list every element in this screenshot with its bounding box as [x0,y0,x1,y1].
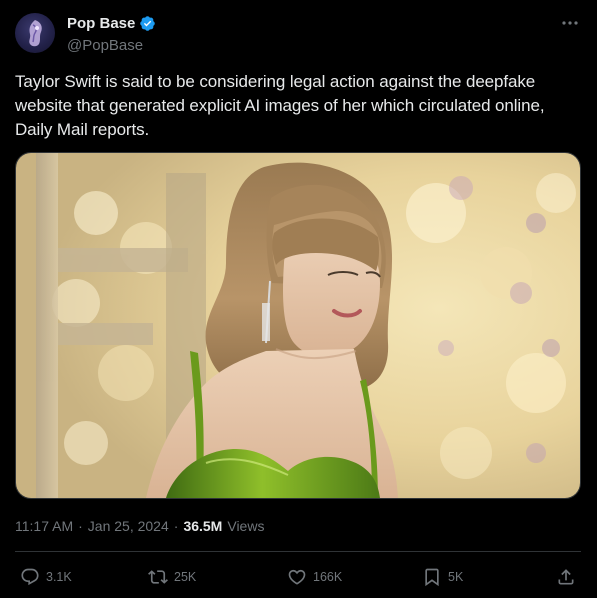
reply-icon [21,568,39,586]
photo-image [16,153,580,498]
author-name-row: Pop Base [67,15,156,32]
tweet-card: Pop Base @PopBase Taylor Swift is said t… [0,0,597,598]
heart-icon [288,569,306,585]
retweet-icon [148,570,168,584]
views-label: Views [227,518,265,534]
tweet-text: Taylor Swift is said to be considering l… [15,72,545,139]
bookmark-icon [425,568,439,587]
more-options-button[interactable] [559,14,581,32]
avatar[interactable] [15,13,55,53]
views-count: 36.5M [183,518,223,534]
tweet-actions: 3.1K 25K 166K 5K [15,563,581,591]
like-button[interactable]: 166K [287,563,342,591]
reply-count: 3.1K [46,570,72,584]
reply-button[interactable]: 3.1K [20,563,72,591]
avatar-logo-icon [29,20,42,47]
tweet-time[interactable]: 11:17 AM [15,518,73,534]
more-horizontal-icon [562,21,578,25]
author-handle[interactable]: @PopBase [67,37,143,54]
verified-badge-icon [139,15,156,32]
like-count: 166K [313,570,343,584]
retweet-count: 25K [174,570,197,584]
retweet-button[interactable]: 25K [148,563,196,591]
meta-separator: · [78,518,83,534]
tweet-meta: 11:17 AM · Jan 25, 2024 · 36.5M Views [15,518,264,534]
bookmark-count: 5K [448,570,464,584]
share-button[interactable] [556,563,576,591]
bookmark-button[interactable]: 5K [422,563,463,591]
tweet-date[interactable]: Jan 25, 2024 [88,518,169,534]
tweet-photo[interactable] [15,152,581,499]
share-icon [558,569,574,585]
author-display-name[interactable]: Pop Base [67,15,135,32]
divider [15,551,581,552]
meta-separator: · [173,518,179,534]
